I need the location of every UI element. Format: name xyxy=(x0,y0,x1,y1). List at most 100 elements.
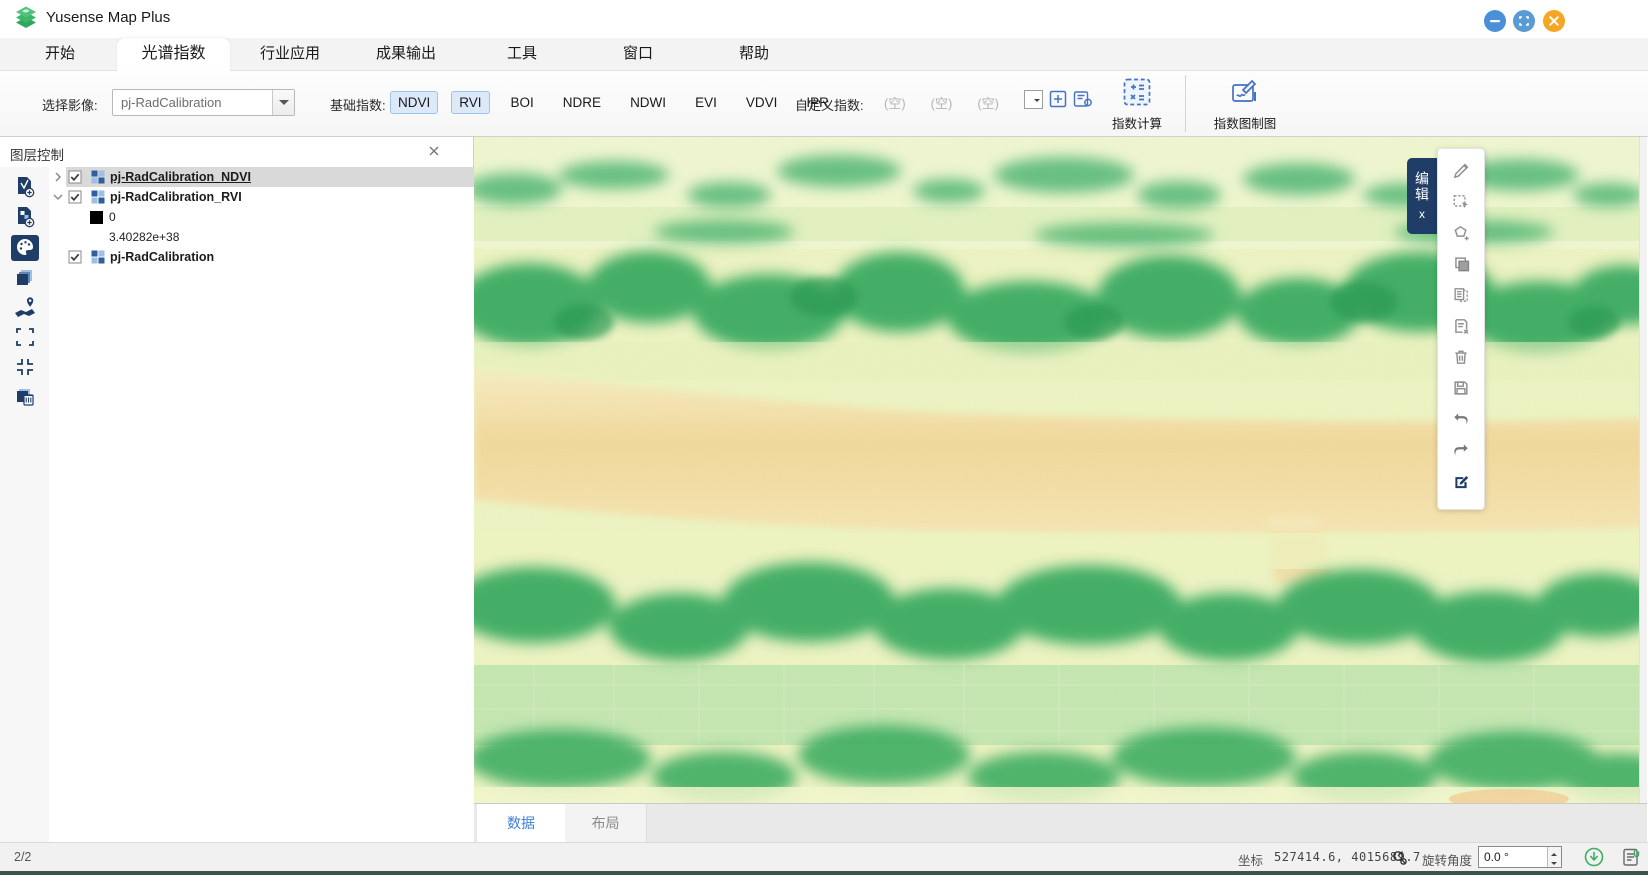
index-chip-ndvi[interactable]: NDVI xyxy=(390,91,438,114)
delete-feature-icon[interactable] xyxy=(1444,341,1478,372)
statusbar: 2/2 坐标 527414.6, 4015689.7 旋转角度 0.0 ° xyxy=(0,842,1648,871)
rotation-label: 旋转角度 xyxy=(1422,850,1472,869)
spinner-down-icon[interactable] xyxy=(1548,857,1561,867)
image-select-dropdown[interactable]: pj-RadCalibration xyxy=(112,89,295,116)
layer-checkbox[interactable] xyxy=(68,190,82,204)
legend-swatch-black xyxy=(90,211,103,224)
custom-index-label: 自定义指数: xyxy=(795,95,864,114)
view-tabs: 数据 布局 xyxy=(474,803,1647,842)
layer-panel-header: 图层控制 xyxy=(0,137,474,167)
edit-toolbar-tab[interactable]: 编辑 x xyxy=(1407,158,1437,234)
raster-layer-icon xyxy=(91,170,105,184)
legend-value: 0 xyxy=(109,210,116,224)
edit-toolbar xyxy=(1437,148,1485,510)
layer-name[interactable]: pj-RadCalibration_RVI xyxy=(110,190,242,204)
minimize-button[interactable] xyxy=(1484,10,1506,32)
chevron-down-icon xyxy=(272,90,294,115)
custom-slot-1[interactable]: (空) xyxy=(884,93,906,112)
undo-icon[interactable] xyxy=(1444,403,1478,434)
menu-tab-help[interactable]: 帮助 xyxy=(722,38,786,70)
add-vector-layer-icon[interactable] xyxy=(11,175,39,201)
add-custom-index-icon[interactable] xyxy=(1048,89,1068,112)
custom-slot-3[interactable]: (空) xyxy=(977,93,999,112)
edit-tab-close[interactable]: x xyxy=(1419,207,1425,221)
download-icon[interactable] xyxy=(1583,846,1605,871)
menu-tab-spectral-index[interactable]: 光谱指数 xyxy=(117,38,230,71)
index-plot-label: 指数图制图 xyxy=(1214,113,1277,132)
titlebar: Yusense Map Plus xyxy=(0,0,1648,38)
gps-disabled-icon[interactable] xyxy=(1390,847,1410,870)
index-chip-ndre[interactable]: NDRE xyxy=(555,91,609,114)
expander-expanded-icon[interactable] xyxy=(49,187,66,207)
index-chip-boi[interactable]: BOI xyxy=(503,91,542,114)
app-title: Yusense Map Plus xyxy=(46,9,170,26)
spinner-up-icon[interactable] xyxy=(1548,847,1561,857)
layer-name[interactable]: pj-RadCalibration_NDVI xyxy=(110,170,251,184)
view-tab-layout[interactable]: 布局 xyxy=(565,804,647,843)
menubar: 开始 光谱指数 行业应用 成果输出 工具 窗口 帮助 xyxy=(0,38,1648,70)
layer-row-rvi[interactable]: pj-RadCalibration_RVI xyxy=(49,187,474,207)
layer-stack-icon[interactable] xyxy=(11,265,39,291)
legend-item-min: 0 xyxy=(49,207,474,227)
index-chip-vdvi[interactable]: VDVI xyxy=(738,91,786,114)
custom-index-slots: (空) (空) (空) xyxy=(884,93,999,112)
expander-collapsed-icon[interactable] xyxy=(49,167,66,187)
main-area: 图层控制 xyxy=(0,137,1648,842)
add-raster-layer-icon[interactable] xyxy=(11,205,39,231)
task-log-icon[interactable] xyxy=(1620,846,1642,871)
paste-feature-icon[interactable] xyxy=(1444,279,1478,310)
menu-tab-industry-apps[interactable]: 行业应用 xyxy=(250,38,330,70)
manage-custom-index-icon[interactable] xyxy=(1072,89,1094,112)
symbology-palette-icon[interactable] xyxy=(11,235,39,261)
layer-row-radcalibration[interactable]: pj-RadCalibration xyxy=(49,247,474,267)
index-chip-rvi[interactable]: RVI xyxy=(451,91,489,114)
save-edits-icon[interactable] xyxy=(1444,372,1478,403)
layer-row-ndvi[interactable]: pj-RadCalibration_NDVI xyxy=(49,167,474,187)
copy-feature-icon[interactable] xyxy=(1444,248,1478,279)
create-feature-icon[interactable] xyxy=(1444,217,1478,248)
close-button[interactable] xyxy=(1543,10,1565,32)
index-chip-ndwi[interactable]: NDWI xyxy=(622,91,674,114)
page-indicator: 2/2 xyxy=(14,850,31,864)
attribute-edit-icon[interactable] xyxy=(1444,465,1478,496)
raster-layer-icon xyxy=(91,250,105,264)
base-index-chips: NDVI RVI BOI NDRE NDWI EVI VDVI IPR xyxy=(390,89,837,115)
menu-tab-window[interactable]: 窗口 xyxy=(606,38,670,70)
redo-icon[interactable] xyxy=(1444,434,1478,465)
remove-selected-icon[interactable] xyxy=(1444,310,1478,341)
remove-layers-icon[interactable] xyxy=(11,385,39,411)
zoom-to-selection-icon[interactable] xyxy=(11,355,39,381)
layer-checkbox[interactable] xyxy=(68,170,82,184)
panel-close-icon[interactable] xyxy=(426,144,442,160)
index-calc-label: 指数计算 xyxy=(1112,113,1162,132)
select-image-label: 选择影像: xyxy=(42,95,98,114)
custom-index-combo[interactable] xyxy=(1024,90,1043,109)
menu-tab-output[interactable]: 成果输出 xyxy=(366,38,446,70)
custom-slot-2[interactable]: (空) xyxy=(931,93,953,112)
maximize-button[interactable] xyxy=(1513,10,1535,32)
app-logo-icon xyxy=(10,4,42,39)
view-tab-data[interactable]: 数据 xyxy=(477,804,565,843)
edit-tab-label: 编辑 xyxy=(1414,171,1430,203)
edit-pencil-icon[interactable] xyxy=(1444,155,1478,186)
full-extent-icon[interactable] xyxy=(11,325,39,351)
index-plot-button[interactable]: 指数图制图 xyxy=(1206,76,1284,132)
locate-feature-icon[interactable] xyxy=(11,295,39,321)
menu-tab-tools[interactable]: 工具 xyxy=(490,38,554,70)
base-index-label: 基础指数: xyxy=(330,95,386,114)
desktop-edge xyxy=(0,871,1648,875)
layer-checkbox[interactable] xyxy=(68,250,82,264)
index-calc-button[interactable]: 指数计算 xyxy=(1106,76,1168,132)
index-chip-evi[interactable]: EVI xyxy=(687,91,725,114)
ribbon: 选择影像: pj-RadCalibration 基础指数: NDVI RVI B… xyxy=(0,70,1648,137)
rotation-spinner[interactable]: 0.0 ° xyxy=(1478,846,1562,868)
map-view[interactable]: 编辑 x xyxy=(474,137,1647,803)
menu-tab-start[interactable]: 开始 xyxy=(28,38,92,70)
rotation-value: 0.0 ° xyxy=(1479,847,1547,867)
layer-name[interactable]: pj-RadCalibration xyxy=(110,250,214,264)
layer-toolbar xyxy=(0,167,49,842)
chart-pencil-icon xyxy=(1229,77,1261,110)
map-scrollbar[interactable] xyxy=(1639,137,1647,803)
app-window: Yusense Map Plus 开始 光谱指数 行业应用 成果输出 工具 窗口… xyxy=(0,0,1648,875)
select-features-icon[interactable] xyxy=(1444,186,1478,217)
